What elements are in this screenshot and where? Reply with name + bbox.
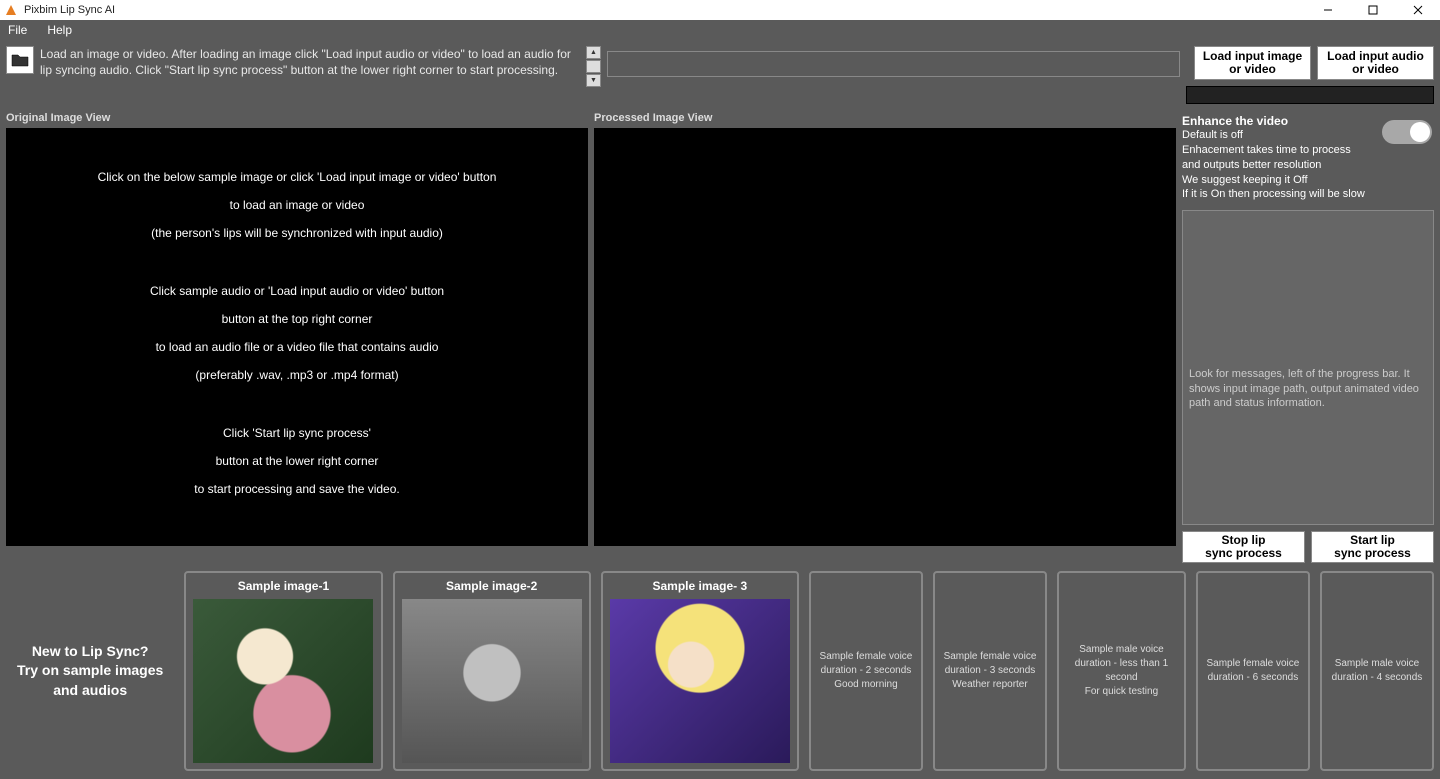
original-view-label: Original Image View <box>6 110 588 128</box>
hint-p2l4: (preferably .wav, .mp3 or .mp4 format) <box>6 366 588 384</box>
sample-image-2[interactable]: Sample image-2 <box>393 571 591 771</box>
spinner-down-icon[interactable]: ▼ <box>586 74 601 87</box>
message-box: Look for messages, left of the progress … <box>1182 210 1434 525</box>
sample-audio-5[interactable]: Sample male voice duration - 4 seconds <box>1320 571 1434 771</box>
hint-p3l1: Click 'Start lip sync process' <box>6 424 588 442</box>
sample-audio-2-l1: Sample female voice <box>944 650 1037 664</box>
maximize-button[interactable] <box>1350 0 1395 20</box>
sample-image-1-thumb <box>193 599 373 763</box>
spinner-mid[interactable] <box>586 60 601 73</box>
sample-image-3-label: Sample image- 3 <box>652 579 747 593</box>
sample-audio-3[interactable]: Sample male voice duration - less than 1… <box>1057 571 1186 771</box>
sample-audio-2-l2: duration - 3 seconds <box>945 664 1036 678</box>
enhance-title: Enhance the video <box>1182 114 1365 128</box>
open-folder-button[interactable] <box>6 46 34 74</box>
sample-audio-2-l3: Weather reporter <box>952 678 1027 692</box>
sample-audio-1-l2: duration - 2 seconds <box>821 664 912 678</box>
enhance-l5: If it is On then processing will be slow <box>1182 187 1365 202</box>
processed-image-view <box>594 128 1176 546</box>
enhance-toggle[interactable] <box>1382 120 1432 144</box>
samples-intro: New to Lip Sync? Try on sample images an… <box>6 571 174 771</box>
sample-audio-3-l2: duration - less than 1 second <box>1065 657 1178 685</box>
hint-p3l3: to start processing and save the video. <box>6 480 588 498</box>
processed-view-label: Processed Image View <box>594 110 1176 128</box>
sample-audio-4[interactable]: Sample female voice duration - 6 seconds <box>1196 571 1310 771</box>
start-button[interactable]: Start lip sync process <box>1311 531 1434 563</box>
spinner-up-icon[interactable]: ▲ <box>586 46 601 59</box>
sample-image-3[interactable]: Sample image- 3 <box>601 571 799 771</box>
sample-audio-3-l3: For quick testing <box>1085 685 1158 699</box>
file-path-input[interactable] <box>607 51 1180 77</box>
hint-p2l2: button at the top right corner <box>6 310 588 328</box>
hint-p1l1: Click on the below sample image or click… <box>6 168 588 186</box>
toggle-knob <box>1410 122 1430 142</box>
sample-image-1-label: Sample image-1 <box>238 579 329 593</box>
app-icon <box>4 3 18 17</box>
hint-p1l3: (the person's lips will be synchronized … <box>6 224 588 242</box>
hint-p2l3: to load an audio file or a video file th… <box>6 338 588 356</box>
spinner-control[interactable]: ▲ ▼ <box>586 46 601 87</box>
hint-p1l2: to load an image or video <box>6 196 588 214</box>
sample-audio-3-l1: Sample male voice <box>1079 643 1163 657</box>
hint-p2l1: Click sample audio or 'Load input audio … <box>6 282 588 300</box>
stop-button[interactable]: Stop lip sync process <box>1182 531 1305 563</box>
original-image-view: Click on the below sample image or click… <box>6 128 588 546</box>
close-button[interactable] <box>1395 0 1440 20</box>
sample-image-2-label: Sample image-2 <box>446 579 537 593</box>
intro-text: Load an image or video. After loading an… <box>40 46 580 78</box>
menubar: File Help <box>0 20 1440 40</box>
titlebar: Pixbim Lip Sync AI <box>0 0 1440 20</box>
window-title: Pixbim Lip Sync AI <box>24 4 115 16</box>
load-input-image-button[interactable]: Load input image or video <box>1194 46 1311 80</box>
menu-file[interactable]: File <box>8 23 27 37</box>
sample-audio-2[interactable]: Sample female voice duration - 3 seconds… <box>933 571 1047 771</box>
sample-image-3-thumb <box>610 599 790 763</box>
minimize-button[interactable] <box>1305 0 1350 20</box>
sample-audio-4-l2: duration - 6 seconds <box>1208 671 1299 685</box>
sample-audio-5-l2: duration - 4 seconds <box>1332 671 1423 685</box>
message-text: Look for messages, left of the progress … <box>1189 367 1427 410</box>
sample-audio-1[interactable]: Sample female voice duration - 2 seconds… <box>809 571 923 771</box>
progress-bar <box>1186 86 1434 104</box>
sample-audio-5-l1: Sample male voice <box>1335 657 1419 671</box>
sample-image-2-thumb <box>402 599 582 763</box>
sample-audio-1-l1: Sample female voice <box>820 650 913 664</box>
enhance-l2: Enhacement takes time to process <box>1182 143 1365 158</box>
sample-image-1[interactable]: Sample image-1 <box>184 571 382 771</box>
enhance-l1: Default is off <box>1182 128 1365 143</box>
sample-audio-1-l3: Good morning <box>834 678 897 692</box>
menu-help[interactable]: Help <box>47 23 72 37</box>
sample-audio-4-l1: Sample female voice <box>1207 657 1300 671</box>
hint-p3l2: button at the lower right corner <box>6 452 588 470</box>
load-input-audio-button[interactable]: Load input audio or video <box>1317 46 1434 80</box>
enhance-l3: and outputs better resolution <box>1182 158 1365 173</box>
enhance-l4: We suggest keeping it Off <box>1182 173 1365 188</box>
